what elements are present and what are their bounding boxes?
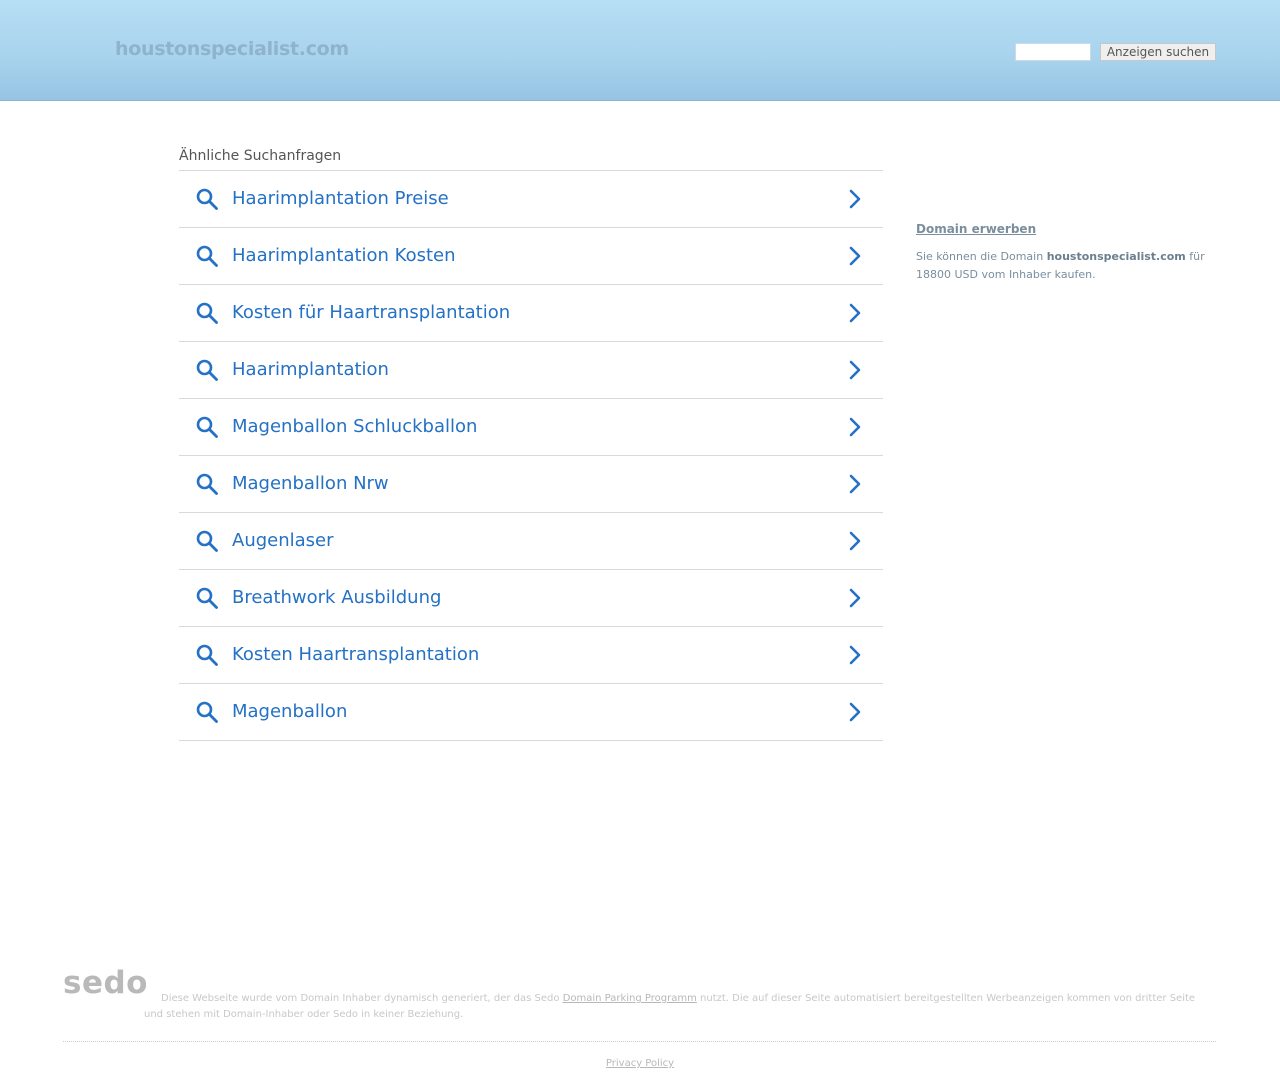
chevron-right-icon	[849, 303, 861, 323]
search-icon	[196, 530, 218, 552]
related-search-item[interactable]: Magenballon Schluckballon	[179, 399, 883, 456]
chevron-right-icon	[849, 417, 861, 437]
related-searches-heading: Ähnliche Suchanfragen	[179, 146, 883, 171]
related-search-item[interactable]: Augenlaser	[179, 513, 883, 570]
related-search-label: Magenballon Schluckballon	[232, 416, 478, 437]
related-search-label: Haarimplantation Preise	[232, 188, 449, 209]
chevron-right-icon	[849, 189, 861, 209]
search-icon	[196, 245, 218, 267]
chevron-right-icon	[849, 246, 861, 266]
related-search-label: Kosten für Haartransplantation	[232, 302, 511, 323]
chevron-right-icon	[849, 645, 861, 665]
buy-text-domain: houstonspecialist.com	[1046, 250, 1186, 263]
chevron-right-icon	[849, 474, 861, 494]
search-ads-button[interactable]: Anzeigen suchen	[1100, 43, 1216, 61]
search-icon	[196, 302, 218, 324]
search-icon	[196, 644, 218, 666]
related-search-item[interactable]: Haarimplantation Preise	[179, 171, 883, 228]
domain-title: houstonspecialist.com	[115, 38, 349, 60]
disclaimer-prefix: Diese Webseite wurde vom Domain Inhaber …	[161, 993, 563, 1004]
related-search-label: Augenlaser	[232, 530, 334, 551]
related-search-item[interactable]: Breathwork Ausbildung	[179, 570, 883, 627]
header-banner: houstonspecialist.com Anzeigen suchen	[0, 0, 1280, 101]
chevron-right-icon	[849, 360, 861, 380]
related-search-label: Haarimplantation	[232, 359, 389, 380]
parking-disclaimer: Diese Webseite wurde vom Domain Inhaber …	[144, 991, 1204, 1023]
related-search-label: Kosten Haartransplantation	[232, 644, 480, 665]
chevron-right-icon	[849, 588, 861, 608]
related-search-label: Magenballon Nrw	[232, 473, 389, 494]
buy-domain-link[interactable]: Domain erwerben	[916, 221, 1036, 237]
footer-divider	[63, 1041, 1216, 1042]
sedo-logo: sedo	[63, 965, 148, 1001]
related-searches-list: Haarimplantation Preise Haarimplantation …	[179, 171, 883, 741]
search-icon	[196, 359, 218, 381]
search-icon	[196, 701, 218, 723]
search-input[interactable]	[1015, 43, 1091, 61]
search-icon	[196, 473, 218, 495]
related-search-label: Breathwork Ausbildung	[232, 587, 442, 608]
chevron-right-icon	[849, 531, 861, 551]
domain-parking-link[interactable]: Domain Parking Programm	[563, 993, 697, 1004]
privacy-policy-link[interactable]: Privacy Policy	[606, 1058, 674, 1069]
privacy-footer: Privacy Policy	[0, 1057, 1280, 1071]
related-search-item[interactable]: Haarimplantation	[179, 342, 883, 399]
related-search-item[interactable]: Magenballon Nrw	[179, 456, 883, 513]
related-search-item[interactable]: Haarimplantation Kosten	[179, 228, 883, 285]
related-search-item[interactable]: Kosten für Haartransplantation	[179, 285, 883, 342]
chevron-right-icon	[849, 702, 861, 722]
buy-text-prefix: Sie können die Domain	[916, 250, 1047, 263]
related-search-item[interactable]: Magenballon	[179, 684, 883, 741]
search-icon	[196, 587, 218, 609]
search-icon	[196, 188, 218, 210]
buy-domain-text: Sie können die Domain houstonspecialist.…	[916, 248, 1216, 284]
related-search-label: Haarimplantation Kosten	[232, 245, 456, 266]
search-icon	[196, 416, 218, 438]
related-search-label: Magenballon	[232, 701, 348, 722]
related-search-item[interactable]: Kosten Haartransplantation	[179, 627, 883, 684]
domain-sale-sidebar: Domain erwerben Sie können die Domain ho…	[916, 218, 1216, 284]
related-searches: Ähnliche Suchanfragen Haarimplantation P…	[179, 146, 883, 741]
